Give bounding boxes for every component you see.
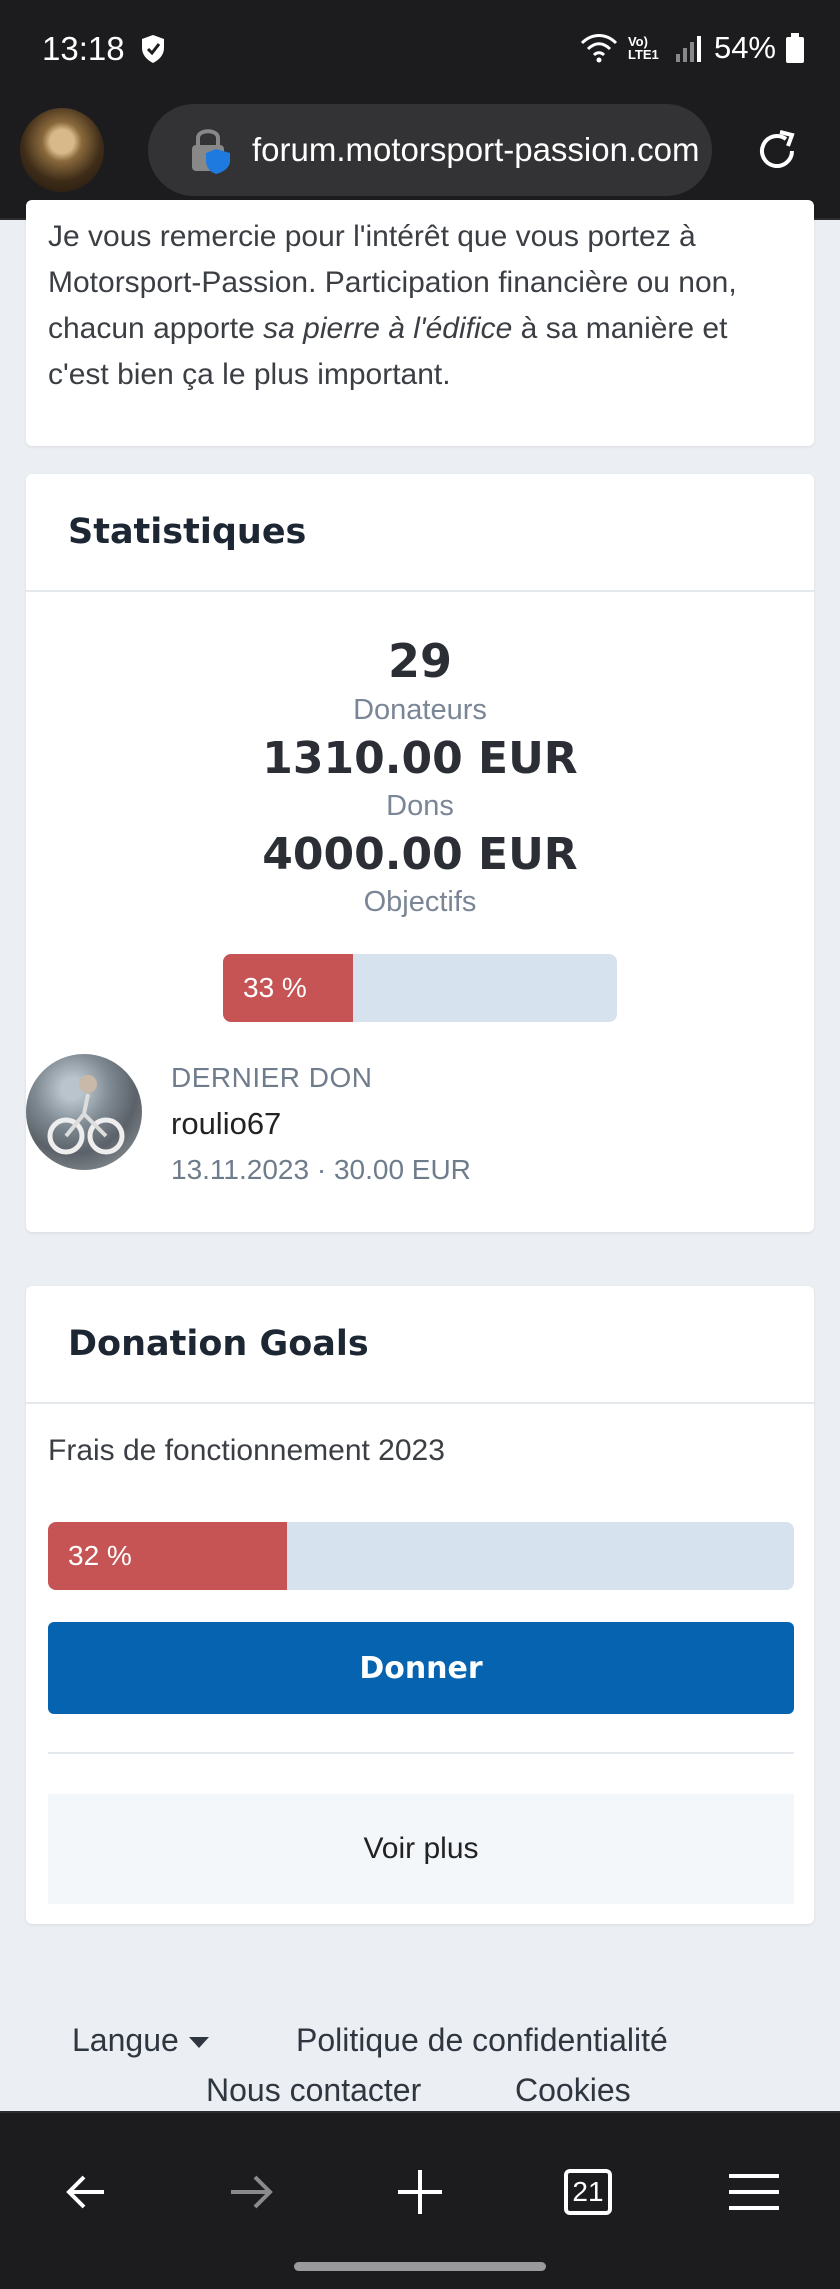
caret-down-icon	[188, 2037, 209, 2049]
home-indicator[interactable]	[294, 2262, 546, 2271]
statistics-card: Statistiques 29 Donateurs 1310.00 EUR Do…	[26, 474, 814, 1232]
statistics-title: Statistiques	[26, 474, 814, 592]
wifi-icon	[580, 34, 618, 63]
tabs-count: 21	[572, 2176, 604, 2207]
status-time: 13:18	[42, 30, 125, 67]
donation-goals-card: Donation Goals Frais de fonctionnement 2…	[26, 1286, 814, 1924]
see-more-button[interactable]: Voir plus	[48, 1794, 794, 1904]
privacy-policy-link[interactable]: Politique de confidentialité	[296, 2022, 668, 2059]
tabs-button[interactable]: 21	[548, 2157, 628, 2227]
goal-label: Objectifs	[363, 886, 477, 918]
tabs-count-icon: 21	[564, 2169, 612, 2215]
plus-icon	[398, 2170, 442, 2214]
donate-button[interactable]: Donner	[48, 1622, 794, 1714]
last-donation-meta: 13.11.2023 · 30.00 EUR	[171, 1154, 471, 1185]
contact-link[interactable]: Nous contacter	[206, 2072, 421, 2109]
divider	[48, 1752, 794, 1754]
donations-label: Dons	[386, 790, 454, 822]
donation-goals-title: Donation Goals	[26, 1286, 814, 1404]
menu-button[interactable]	[714, 2157, 794, 2227]
intro-text: Je vous remercie pour l'intérêt que vous…	[48, 214, 792, 398]
statistics-progress-fill: 33 %	[223, 954, 354, 1022]
donations-amount: 1310.00 EUR	[262, 733, 578, 784]
url-text[interactable]: forum.motorsport-passion.com	[252, 131, 699, 169]
address-bar[interactable]: forum.motorsport-passion.com	[148, 104, 712, 196]
back-button[interactable]	[46, 2157, 126, 2227]
status-bar: 13:18 Vo) LTE1 54%	[0, 0, 840, 100]
reload-icon[interactable]	[752, 126, 802, 176]
intro-card: Je vous remercie pour l'intérêt que vous…	[26, 200, 814, 446]
back-arrow-icon	[66, 2175, 104, 2209]
language-selector[interactable]: Langue	[72, 2022, 209, 2059]
battery-icon	[786, 33, 804, 63]
shield-icon	[142, 35, 164, 63]
forward-arrow-icon	[231, 2175, 273, 2209]
statistics-summary: 29 Donateurs 1310.00 EUR Dons 4000.00 EU…	[26, 634, 814, 919]
intro-text-emphasis: sa pierre à l'édifice	[263, 312, 513, 345]
forward-button[interactable]	[212, 2157, 292, 2227]
battery-percent: 54%	[713, 30, 776, 65]
language-label: Langue	[72, 2022, 179, 2058]
status-indicators: Vo) LTE1 54%	[580, 30, 804, 66]
signal-icon	[675, 36, 701, 62]
profile-avatar[interactable]	[20, 108, 104, 192]
new-tab-button[interactable]	[380, 2157, 460, 2227]
statistics-progress-bar: 33 %	[223, 954, 617, 1022]
goal-progress-fill: 32 %	[48, 1522, 287, 1590]
network-label: Vo) LTE1	[627, 34, 659, 62]
goal-amount: 4000.00 EUR	[262, 829, 578, 880]
goal-progress-bar: 32 %	[48, 1522, 794, 1590]
donors-label: Donateurs	[353, 694, 487, 726]
goal-name[interactable]: Frais de fonctionnement 2023	[48, 1434, 445, 1468]
cookies-link[interactable]: Cookies	[515, 2072, 631, 2109]
last-donation-label: DERNIER DON	[171, 1062, 373, 1093]
last-donor-avatar[interactable]	[26, 1054, 142, 1170]
bike-rider-image	[47, 1075, 125, 1155]
lock-icon[interactable]	[188, 125, 232, 175]
donors-count: 29	[387, 634, 452, 688]
last-donor-name[interactable]: roulio67	[171, 1106, 281, 1142]
hamburger-menu-icon	[729, 2174, 779, 2210]
